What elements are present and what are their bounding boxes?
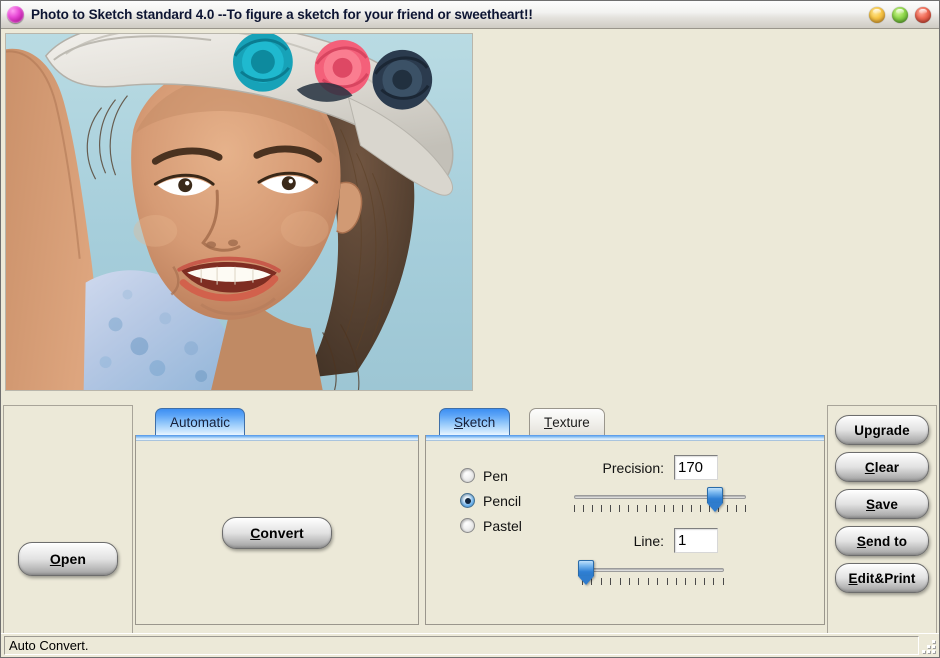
app-circle-icon — [7, 6, 24, 23]
title-bar: Photo to Sketch standard 4.0 --To figure… — [1, 1, 939, 29]
convert-button[interactable]: Convert — [222, 516, 332, 549]
line-slider-track[interactable] — [582, 568, 724, 572]
sketch-tabpanel: Pen Pencil Pastel Precision: 170 Line: 1 — [425, 435, 825, 625]
upgrade-button[interactable]: Upgrade — [835, 415, 929, 445]
send-to-button[interactable]: Send to — [835, 526, 929, 556]
tab-automatic[interactable]: Automatic — [155, 408, 246, 435]
automatic-tabpanel: Convert — [135, 435, 419, 625]
status-bar: Auto Convert. — [1, 633, 939, 657]
line-slider[interactable] — [578, 559, 724, 589]
radio-pen[interactable]: Pen — [460, 463, 556, 488]
tab-sketch-accel: S — [454, 414, 464, 430]
line-field-row: Line: 1 — [574, 528, 814, 553]
edit-print-button-accel: E — [848, 570, 858, 586]
application-window: Photo to Sketch standard 4.0 --To figure… — [0, 0, 940, 658]
status-message: Auto Convert. — [4, 636, 919, 655]
tab-sketch[interactable]: Sketch — [439, 408, 511, 435]
clear-button-label: lear — [874, 459, 900, 475]
convert-button-label: onvert — [260, 524, 304, 541]
close-button[interactable] — [915, 6, 931, 23]
sketch-group: Sketch Texture Pen Pencil Pastel Precisi… — [419, 405, 827, 633]
radio-pastel-icon — [460, 518, 475, 533]
radio-pastel[interactable]: Pastel — [460, 513, 556, 538]
maximize-button[interactable] — [892, 6, 908, 23]
upgrade-button-label: Upgrade — [854, 422, 910, 438]
automatic-tabstrip: Automatic — [135, 405, 419, 435]
save-button-label: ave — [875, 496, 898, 512]
clear-button-accel: C — [864, 459, 875, 475]
radio-pastel-label: Pastel — [483, 517, 522, 534]
sketch-tabstrip: Sketch Texture — [425, 405, 825, 435]
radio-pencil-label: Pencil — [483, 492, 522, 509]
save-button[interactable]: Save — [835, 489, 929, 519]
save-button-accel: S — [866, 496, 876, 512]
automatic-group: Automatic Convert — [133, 405, 419, 633]
precision-label: Precision: — [602, 459, 664, 476]
open-button-accel: O — [49, 550, 61, 567]
send-to-button-accel: S — [856, 533, 866, 549]
radio-pen-label: Pen — [483, 467, 508, 484]
style-radio-group: Pen Pencil Pastel — [460, 455, 556, 624]
precision-slider-thumb[interactable] — [707, 487, 724, 512]
tab-texture[interactable]: Texture — [529, 408, 605, 435]
tab-automatic-label: Automatic — [170, 414, 231, 430]
line-slider-thumb[interactable] — [578, 560, 595, 585]
clear-button[interactable]: Clear — [835, 452, 929, 482]
controls-panel: Open Automatic Convert Sketch T exture P… — [1, 403, 939, 633]
tab-sketch-label: ketch — [463, 414, 496, 430]
window-controls — [869, 6, 935, 23]
minimize-button[interactable] — [869, 6, 885, 23]
precision-slider[interactable] — [574, 486, 746, 516]
open-button[interactable]: Open — [18, 541, 118, 576]
line-label: Line: — [633, 532, 664, 549]
radio-pen-icon — [460, 468, 475, 483]
edit-print-button-label: dit&Print — [857, 570, 916, 586]
slider-column: Precision: 170 Line: 1 — [556, 455, 814, 624]
send-to-button-label: end to — [866, 533, 908, 549]
source-photo[interactable] — [5, 33, 473, 391]
tab-texture-accel: T — [544, 414, 553, 430]
precision-input[interactable]: 170 — [674, 455, 718, 480]
precision-field-row: Precision: 170 — [574, 455, 814, 480]
line-input[interactable]: 1 — [674, 528, 718, 553]
convert-button-accel: C — [250, 524, 261, 541]
photo-image — [6, 34, 472, 390]
edit-print-button[interactable]: Edit&Print — [835, 563, 929, 593]
action-button-column: Upgrade Clear Save Send to Edit&Print — [827, 405, 937, 633]
open-column: Open — [3, 405, 133, 633]
resize-grip-icon[interactable] — [919, 636, 937, 655]
radio-pencil-icon — [460, 493, 475, 508]
photo-preview-area — [1, 29, 939, 403]
tab-texture-label: exture — [552, 414, 590, 430]
radio-pencil[interactable]: Pencil — [460, 488, 556, 513]
window-title: Photo to Sketch standard 4.0 --To figure… — [31, 7, 533, 22]
open-button-label: pen — [60, 550, 87, 567]
line-slider-ticks — [582, 578, 724, 585]
